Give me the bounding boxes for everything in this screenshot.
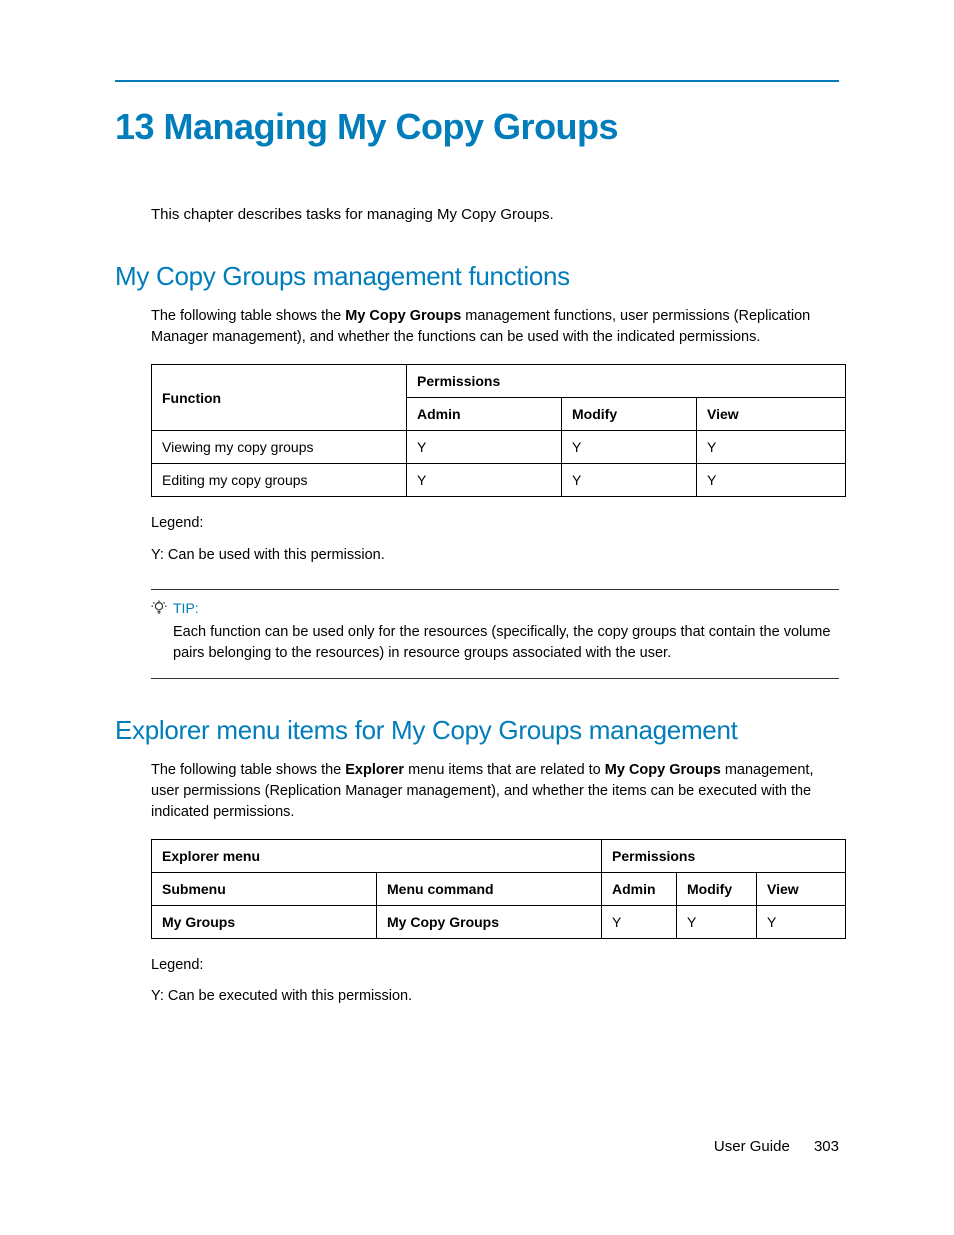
col-permissions: Permissions: [407, 365, 846, 398]
legend-text: Y: Can be executed with this permission.: [151, 986, 839, 1008]
col-modify: Modify: [677, 872, 757, 905]
chapter-intro: This chapter describes tasks for managin…: [151, 204, 839, 225]
bold-text: My Copy Groups: [345, 308, 461, 324]
cell-admin: Y: [602, 905, 677, 938]
table-subheader-row: Submenu Menu command Admin Modify View: [152, 872, 846, 905]
page-number: 303: [814, 1138, 839, 1155]
col-command: Menu command: [377, 872, 602, 905]
cell-function: Editing my copy groups: [152, 464, 407, 497]
legend-text: Y: Can be used with this permission.: [151, 545, 839, 567]
cell-view: Y: [697, 431, 846, 464]
cell-admin: Y: [407, 464, 562, 497]
col-function: Function: [152, 365, 407, 431]
cell-function: Viewing my copy groups: [152, 431, 407, 464]
col-admin: Admin: [602, 872, 677, 905]
cell-modify: Y: [677, 905, 757, 938]
cell-submenu: My Groups: [152, 905, 377, 938]
col-explorer-menu: Explorer menu: [152, 839, 602, 872]
section2-heading: Explorer menu items for My Copy Groups m…: [115, 715, 839, 746]
legend-label: Legend:: [151, 513, 839, 535]
col-permissions: Permissions: [602, 839, 846, 872]
col-modify: Modify: [562, 398, 697, 431]
cell-modify: Y: [562, 431, 697, 464]
table-header-row: Function Permissions: [152, 365, 846, 398]
text: The following table shows the: [151, 308, 345, 324]
legend-label: Legend:: [151, 955, 839, 977]
cell-view: Y: [697, 464, 846, 497]
tip-label: TIP:: [173, 600, 199, 616]
table-row: Viewing my copy groups Y Y Y: [152, 431, 846, 464]
footer-label: User Guide: [714, 1138, 790, 1155]
table-row: Editing my copy groups Y Y Y: [152, 464, 846, 497]
permissions-table-2: Explorer menu Permissions Submenu Menu c…: [151, 839, 846, 939]
section2-paragraph: The following table shows the Explorer m…: [151, 760, 839, 823]
table-header-row: Explorer menu Permissions: [152, 839, 846, 872]
col-admin: Admin: [407, 398, 562, 431]
table-row: My Groups My Copy Groups Y Y Y: [152, 905, 846, 938]
page-footer: User Guide 303: [714, 1138, 839, 1155]
permissions-table-1: Function Permissions Admin Modify View V…: [151, 364, 846, 497]
col-submenu: Submenu: [152, 872, 377, 905]
bold-text: Explorer: [345, 762, 404, 778]
col-view: View: [697, 398, 846, 431]
text: menu items that are related to: [404, 762, 605, 778]
bold-text: My Copy Groups: [605, 762, 721, 778]
tip-callout: TIP: Each function can be used only for …: [151, 589, 839, 679]
text: The following table shows the: [151, 762, 345, 778]
section1-paragraph: The following table shows the My Copy Gr…: [151, 306, 839, 348]
cell-admin: Y: [407, 431, 562, 464]
section1-heading: My Copy Groups management functions: [115, 261, 839, 292]
tip-header: TIP:: [151, 600, 839, 616]
cell-command: My Copy Groups: [377, 905, 602, 938]
chapter-title: 13 Managing My Copy Groups: [115, 106, 839, 148]
col-view: View: [757, 872, 846, 905]
top-rule: [115, 80, 839, 82]
tip-body: Each function can be used only for the r…: [173, 622, 839, 664]
cell-modify: Y: [562, 464, 697, 497]
cell-view: Y: [757, 905, 846, 938]
lightbulb-icon: [151, 600, 167, 616]
